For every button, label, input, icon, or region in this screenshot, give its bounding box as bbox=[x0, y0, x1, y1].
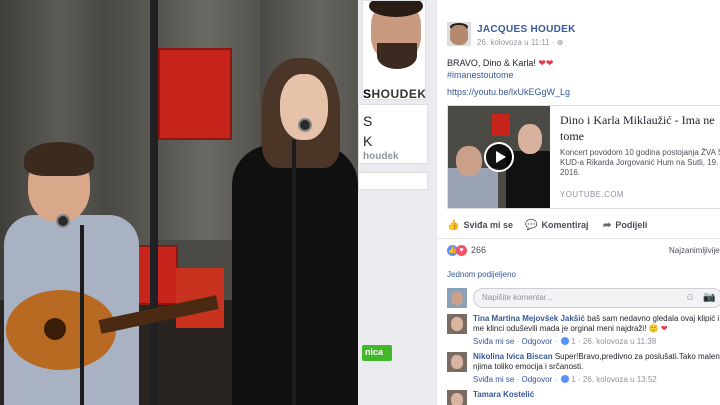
commenter-name[interactable]: Tina Martina Mejovšek Jakšić bbox=[473, 314, 585, 323]
profile-handle[interactable]: houdek bbox=[363, 151, 399, 162]
post-hashtag[interactable]: #imanestoutome bbox=[447, 70, 514, 80]
hearts-emoji: ❤❤ bbox=[538, 58, 554, 68]
boy-hair bbox=[24, 142, 94, 176]
comment-time[interactable]: 26. kolovoza u 11:38 bbox=[583, 337, 656, 346]
video-thumbnail[interactable] bbox=[448, 106, 550, 208]
post-actions: 👍 Sviđa mi se 💬 Komentiraj ➦ Podijeli bbox=[437, 217, 720, 239]
emoji-icon[interactable]: ☺ bbox=[685, 292, 695, 303]
mic-stand bbox=[292, 140, 296, 405]
commenter-face bbox=[451, 393, 463, 405]
viewer-avatar bbox=[447, 288, 467, 308]
thumbs-up-icon: 👍 bbox=[447, 220, 460, 231]
comment-icon: 💬 bbox=[525, 220, 538, 231]
comment-sort-dropdown[interactable]: Najzanimljivije bbox=[669, 246, 720, 255]
post-text: BRAVO, Dino & Karla! ❤❤ bbox=[447, 58, 554, 68]
thumb-girl-face bbox=[518, 124, 542, 154]
share-arrow-icon: ➦ bbox=[603, 220, 612, 231]
viewer-face bbox=[451, 292, 463, 305]
cover-name: SHOUDEK bbox=[363, 87, 426, 100]
thumb-boy-face bbox=[456, 146, 482, 176]
commenter-face bbox=[451, 355, 463, 369]
love-reaction-icon: ♥ bbox=[456, 245, 467, 256]
profile-cover[interactable]: SHOUDEK bbox=[362, 0, 426, 100]
avatar-face bbox=[450, 25, 468, 45]
microphone bbox=[56, 214, 70, 228]
profile-card-box bbox=[358, 172, 428, 190]
link-preview[interactable]: Dino i Karla Miklaužić - Ima ne tome Konc… bbox=[447, 105, 720, 209]
facebook-post: JACQUES HOUDEK 26. kolovoza u 11:11 · ⊕ … bbox=[434, 0, 720, 405]
comment-composer: Napišite komentar... ☺ 📷 bbox=[447, 288, 720, 308]
post-author[interactable]: JACQUES HOUDEK bbox=[477, 24, 576, 35]
reaction-count: 266 bbox=[471, 245, 487, 255]
mic-stand-pole bbox=[150, 0, 158, 405]
profile-column: SHOUDEK S K houdek nica bbox=[358, 0, 434, 405]
commenter-avatar[interactable] bbox=[447, 390, 467, 405]
comment-button[interactable]: 💬 Komentiraj bbox=[525, 220, 588, 231]
shares-count[interactable]: Jednom podijeljeno bbox=[447, 270, 516, 279]
comment-text: Tina Martina Mejovšek Jakšić baš sam ned… bbox=[473, 314, 720, 333]
preview-source: YOUTUBE.COM bbox=[560, 190, 624, 199]
thumb-stand bbox=[492, 114, 510, 136]
comment-text: Nikolina Ivica Biscan Super!Bravo,prediv… bbox=[473, 352, 720, 371]
like-mini-icon bbox=[561, 337, 570, 345]
green-button[interactable]: nica bbox=[362, 345, 392, 361]
camera-icon[interactable]: 📷 bbox=[703, 292, 715, 303]
commenter-name[interactable]: Nikolina Ivica Biscan bbox=[473, 352, 553, 361]
comment-meta: Sviđa mi se · Odgovor · 1 · 26. kolovoza… bbox=[473, 375, 657, 384]
comment-reply-link[interactable]: Odgovor bbox=[522, 337, 553, 346]
commenter-avatar[interactable] bbox=[447, 314, 467, 334]
profile-name-card: S K houdek bbox=[358, 104, 428, 164]
guitar-soundhole bbox=[44, 318, 66, 340]
author-avatar[interactable] bbox=[447, 22, 471, 46]
profile-beard bbox=[377, 43, 417, 69]
profile-name-line1: S bbox=[363, 113, 373, 129]
comment-input[interactable]: Napišite komentar... bbox=[473, 288, 720, 308]
like-mini-icon bbox=[561, 375, 570, 383]
play-icon[interactable] bbox=[484, 142, 514, 172]
commenter-avatar[interactable] bbox=[447, 352, 467, 372]
comment-like-link[interactable]: Sviđa mi se bbox=[473, 375, 514, 384]
profile-name-line2: K bbox=[363, 133, 373, 149]
comment-like-link[interactable]: Sviđa mi se bbox=[473, 337, 514, 346]
commenter-name[interactable]: Tamara Kostelić bbox=[473, 390, 534, 399]
red-music-stand bbox=[158, 48, 232, 140]
share-button[interactable]: ➦ Podijeli bbox=[603, 220, 647, 231]
commenter-face bbox=[451, 317, 463, 331]
comment-meta: Sviđa mi se · Odgovor · 1 · 26. kolovoza… bbox=[473, 337, 657, 346]
comment-reply-link[interactable]: Odgovor bbox=[522, 375, 553, 384]
preview-description: Koncert povodom 10 godina postojanja ŽVA… bbox=[560, 148, 720, 177]
mic-stand bbox=[80, 225, 84, 405]
heart-emoji: ❤ bbox=[660, 324, 668, 333]
like-button[interactable]: 👍 Sviđa mi se bbox=[447, 220, 513, 231]
post-timestamp[interactable]: 26. kolovoza u 11:11 · ⊕ bbox=[477, 38, 563, 47]
microphone bbox=[298, 118, 312, 132]
smile-emoji: 🙂 bbox=[648, 324, 659, 333]
concert-photo bbox=[0, 0, 358, 405]
comment-text: Tamara Kostelić bbox=[473, 390, 720, 400]
preview-title[interactable]: Dino i Karla Miklaužić - Ima ne tome bbox=[560, 112, 720, 144]
post-link[interactable]: https://youtu.be/lxUkEGgW_Lg bbox=[447, 87, 570, 97]
comment-time[interactable]: 26. kolovoza u 13:52 bbox=[583, 375, 657, 384]
